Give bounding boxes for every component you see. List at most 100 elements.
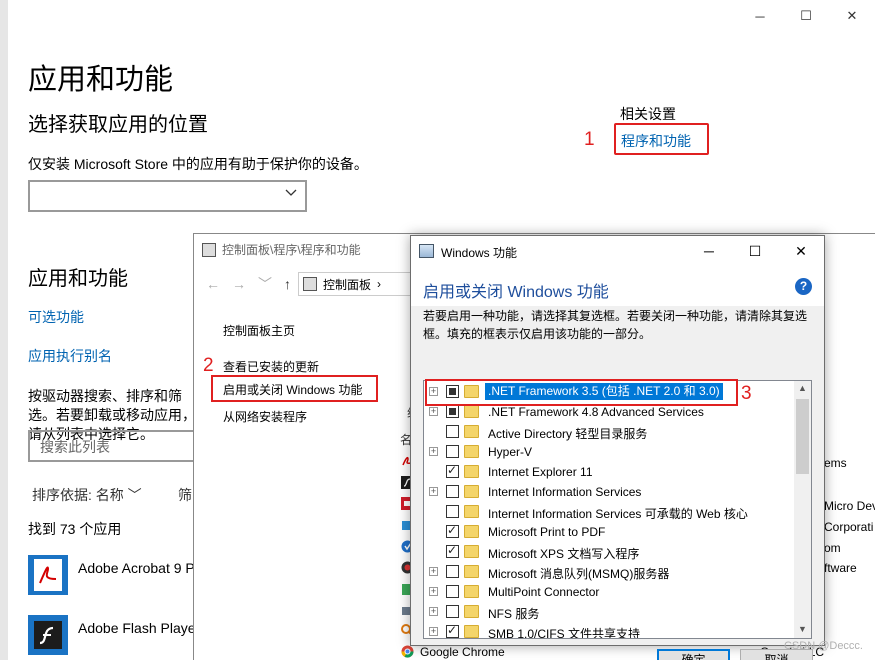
expand-icon[interactable]: + [429,487,438,496]
feature-checkbox[interactable] [446,505,459,518]
expand-icon[interactable]: + [429,587,438,596]
window-edge [0,0,8,660]
folder-icon [464,525,479,538]
folder-icon [464,465,479,478]
settings-caption-buttons: ─ ☐ ✕ [737,0,875,32]
related-settings-title: 相关设置 [620,106,676,122]
optional-features-link[interactable]: 可选功能 [28,307,84,327]
feature-checkbox[interactable] [446,425,459,438]
feature-row[interactable]: Microsoft Print to PDF [424,522,796,542]
address-segment[interactable]: 控制面板 [323,276,371,293]
folder-icon [464,445,479,458]
feature-checkbox[interactable] [446,543,459,558]
recent-locations-icon[interactable]: ﹀ [258,274,272,294]
dialog-heading: 启用或关闭 Windows 功能 ? [411,266,824,306]
programs-and-features-link[interactable]: 程序和功能 [614,123,709,155]
close-button[interactable]: ✕ [778,236,824,266]
expand-icon[interactable]: + [429,447,438,456]
dialog-body: 启用或关闭 Windows 功能 ? 若要启用一种功能，请选择其复选框。若要关闭… [411,266,824,660]
highlight-box [425,379,738,406]
feature-checkbox[interactable] [446,605,459,618]
installed-updates-link[interactable]: 查看已安装的更新 [223,358,319,375]
feature-checkbox[interactable] [446,485,459,498]
help-icon[interactable]: ? [795,278,812,295]
app-search-input[interactable]: 搜索此列表 [28,430,198,462]
filter-dropdown[interactable]: 筛 [178,485,192,505]
feature-row[interactable]: Microsoft XPS 文档写入程序 [424,542,796,562]
feature-label: Microsoft XPS 文档写入程序 [488,547,640,561]
up-arrow-icon[interactable]: ↑ [284,276,291,292]
publisher-cell: Corporati [824,520,874,534]
feature-row[interactable]: + NFS 服务 [424,602,796,622]
sort-dropdown[interactable]: 排序依据: 名称 ﹀ [32,485,142,505]
windows-features-icon [419,244,434,258]
feature-label: MultiPoint Connector [488,585,600,599]
address-bar[interactable]: 控制面板 › [298,272,411,296]
feature-row[interactable]: + Internet Information Services [424,482,796,502]
feature-row[interactable]: Internet Explorer 11 [424,462,796,482]
scroll-thumb[interactable] [796,399,809,474]
expand-icon[interactable]: + [429,567,438,576]
chevron-right-icon[interactable]: › [377,277,381,291]
feature-label: Internet Information Services [488,485,642,499]
dialog-heading-text: 启用或关闭 Windows 功能 [423,284,609,301]
app-list-item[interactable]: Adobe Acrobat 9 P [28,555,198,595]
maximize-button[interactable]: ☐ [732,236,778,266]
publisher-cell: om [824,541,841,555]
feature-checkbox[interactable] [446,523,459,538]
scroll-down-icon[interactable]: ▼ [797,624,808,635]
watermark: CSDN @Deccc. [783,640,863,652]
feature-checkbox[interactable] [446,463,459,478]
feature-row[interactable]: + MultiPoint Connector [424,582,796,602]
folder-icon [464,405,479,418]
feature-checkbox[interactable] [446,565,459,578]
feature-checkbox[interactable] [446,623,459,638]
control-panel-title: 控制面板\程序\程序和功能 [222,243,361,257]
ok-button[interactable]: 确定 [657,649,730,660]
feature-checkbox[interactable] [446,585,459,598]
maximize-button[interactable]: ☐ [783,0,829,32]
control-panel-titlebar: 控制面板\程序\程序和功能 [202,241,361,258]
expand-icon[interactable]: + [429,627,438,636]
acrobat-icon [28,555,68,595]
publisher-cell: ftware [824,561,857,575]
windows-features-link[interactable]: 启用或关闭 Windows 功能 [211,375,378,402]
minimize-button[interactable]: ─ [737,0,783,32]
folder-icon [464,565,479,578]
apps-section-title: 应用和功能 [28,268,128,290]
feature-row[interactable]: Internet Information Services 可承载的 Web 核… [424,502,796,522]
app-name: Adobe Flash Player [78,620,201,636]
dialog-titlebar: Windows 功能 ─ ☐ ✕ [411,236,824,266]
minimize-button[interactable]: ─ [686,236,732,266]
folder-icon [464,545,479,558]
dialog-description: 若要启用一种功能，请选择其复选框。若要关闭一种功能，请清除其复选框。填充的框表示… [423,309,808,341]
control-panel-home-link[interactable]: 控制面板主页 [223,322,295,339]
expand-icon[interactable]: + [429,607,438,616]
app-list-item[interactable]: Adobe Flash Player [28,615,201,655]
folder-icon [464,605,479,618]
chevron-down-icon [285,189,297,196]
back-arrow-icon[interactable]: ← [206,276,220,292]
features-tree[interactable]: ▲ ▼ + .NET Framework 3.5 (包括 .NET 2.0 和 3… [423,380,812,639]
app-name: Adobe Acrobat 9 P [78,560,195,576]
feature-row[interactable]: Active Directory 轻型目录服务 [424,422,796,442]
feature-row[interactable]: + Microsoft 消息队列(MSMQ)服务器 [424,562,796,582]
scroll-up-icon[interactable]: ▲ [797,383,808,394]
feature-row[interactable]: + Hyper-V [424,442,796,462]
app-alias-link[interactable]: 应用执行别名 [28,346,112,366]
install-from-network-link[interactable]: 从网络安装程序 [223,408,307,425]
install-section-title: 选择获取应用的位置 [28,114,208,136]
feature-checkbox[interactable] [446,405,459,418]
folder-icon [464,485,479,498]
control-panel-icon [202,242,216,257]
expand-icon[interactable]: + [429,407,438,416]
tree-scrollbar[interactable]: ▲ ▼ [794,381,811,638]
feature-checkbox[interactable] [446,445,459,458]
feature-row[interactable]: + SMB 1.0/CIFS 文件共享支持 [424,622,796,638]
forward-arrow-icon[interactable]: → [232,276,246,292]
close-button[interactable]: ✕ [829,0,875,32]
windows-features-dialog: Windows 功能 ─ ☐ ✕ 启用或关闭 Windows 功能 ? 若要启用… [410,235,825,660]
feature-label: Microsoft 消息队列(MSMQ)服务器 [488,567,670,581]
install-source-dropdown[interactable] [28,180,307,212]
folder-icon [464,425,479,438]
